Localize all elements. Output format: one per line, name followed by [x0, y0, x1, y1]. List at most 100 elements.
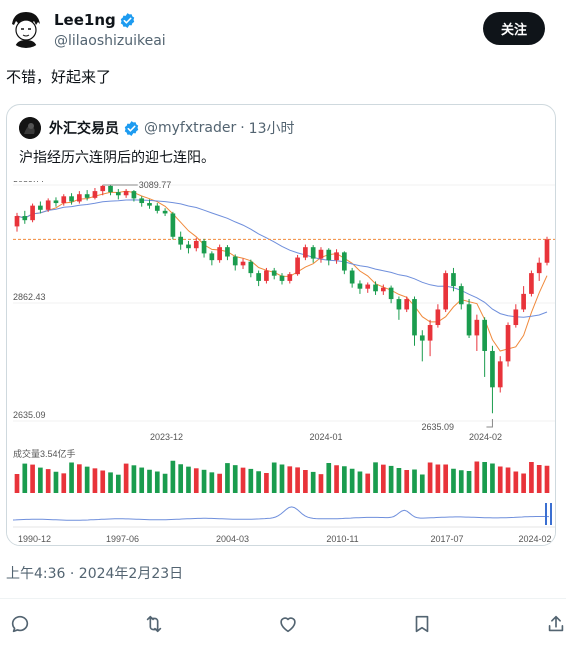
- quoted-tweet-time[interactable]: 13小时: [249, 118, 295, 138]
- candle-down: [209, 253, 215, 261]
- candle-up: [435, 309, 441, 326]
- author-avatar[interactable]: [6, 8, 46, 48]
- volume-bar: [380, 464, 386, 493]
- share-icon[interactable]: [543, 611, 566, 637]
- retweet-icon[interactable]: [141, 611, 167, 637]
- candle-down: [232, 256, 238, 266]
- candle-up: [295, 257, 300, 275]
- candle-up: [513, 309, 519, 326]
- follow-button[interactable]: 关注: [483, 12, 545, 45]
- candle-up: [497, 361, 503, 388]
- verified-badge-icon: [120, 12, 134, 28]
- candle-down: [154, 205, 160, 211]
- reply-icon[interactable]: [7, 611, 33, 637]
- volume-bar: [521, 473, 526, 493]
- volume-bar: [53, 471, 59, 493]
- candle-down: [201, 240, 207, 254]
- candle-up: [14, 216, 20, 227]
- overview-handle-left: [545, 503, 547, 525]
- candle-down: [396, 299, 402, 310]
- candle-down: [388, 287, 394, 300]
- volume-bar: [264, 473, 269, 493]
- quoted-author-name[interactable]: 外汇交易员: [49, 118, 119, 138]
- volume-bar: [178, 464, 184, 493]
- volume-bar: [170, 460, 176, 493]
- candle-down: [115, 192, 121, 196]
- volume-bar: [147, 469, 152, 493]
- volume-bar: [349, 468, 355, 493]
- candle-down: [186, 244, 191, 249]
- candle-down: [310, 247, 316, 259]
- candle-down: [22, 216, 28, 221]
- candle-up: [264, 270, 269, 281]
- volume-bar: [334, 465, 339, 493]
- candle-down: [458, 286, 464, 305]
- volume-bar: [100, 470, 106, 493]
- volume-bar: [373, 462, 378, 493]
- volume-bar: [365, 473, 371, 493]
- volume-bar: [544, 465, 550, 493]
- candle-up: [100, 185, 106, 192]
- volume-bar: [154, 471, 160, 493]
- candle-up: [30, 205, 35, 221]
- author-name-text[interactable]: Lee1ng: [54, 11, 116, 29]
- candle-down: [419, 335, 425, 341]
- candle-down: [108, 185, 113, 193]
- tweet-text: 不错，好起来了: [6, 68, 112, 86]
- volume-bar: [529, 462, 534, 493]
- candle-down: [412, 299, 417, 336]
- candle-up: [404, 299, 410, 310]
- x-tick-label: 2024-01: [309, 432, 342, 442]
- author-handle[interactable]: @lilaoshizuikeai: [54, 33, 166, 49]
- volume-bar: [513, 471, 519, 493]
- bookmark-icon[interactable]: [409, 611, 435, 637]
- volume-bar: [310, 471, 316, 493]
- candle-up: [505, 325, 511, 362]
- price-label: 2635.09: [13, 410, 46, 420]
- volume-label: 成交量3.54亿手: [13, 448, 76, 459]
- volume-bar: [326, 463, 332, 493]
- overview-tick-label: 1997-06: [106, 534, 139, 544]
- quoted-author-avatar[interactable]: [19, 117, 41, 139]
- candle-up: [474, 319, 480, 336]
- volume-bar: [505, 467, 511, 493]
- like-icon[interactable]: [275, 611, 301, 637]
- volume-bar: [357, 471, 363, 493]
- volume-bar: [248, 468, 254, 493]
- candlestick-chart: 3089.77 2862.43 2635.09 3089.77 2635.09 2023-…: [7, 181, 555, 545]
- candle-up: [193, 240, 199, 249]
- candle-up: [365, 284, 371, 289]
- x-tick-label: 2024-02: [469, 432, 502, 442]
- volume-bar: [474, 461, 480, 493]
- candle-down: [38, 205, 43, 210]
- candle-up: [303, 247, 308, 258]
- volume-bar: [92, 468, 98, 493]
- volume-bar: [256, 471, 261, 493]
- volume-bar: [217, 473, 222, 493]
- quoted-tweet[interactable]: 外汇交易员 @myfxtrader · 13小时 沪指经历六连阴后的迎七连阳。 …: [6, 104, 556, 546]
- volume-bar: [186, 466, 191, 493]
- candle-up: [92, 191, 98, 198]
- candle-down: [248, 261, 254, 274]
- candle-down: [225, 247, 230, 257]
- tweet-timestamp[interactable]: 上午4:36 · 2024年2月23日: [6, 563, 183, 583]
- volume-bar: [61, 473, 67, 493]
- volume-bar: [295, 467, 300, 493]
- volume-bar: [193, 468, 199, 493]
- volume-bar: [451, 468, 456, 493]
- author-name[interactable]: Lee1ng: [54, 11, 136, 29]
- volume-bar: [77, 464, 82, 493]
- quoted-author-handle[interactable]: @myfxtrader: [144, 120, 236, 136]
- candle-down: [147, 203, 152, 206]
- x-tick-label: 2023-12: [150, 432, 183, 442]
- candle-up: [123, 191, 129, 196]
- volume-bar: [69, 462, 74, 493]
- stock-chart-image[interactable]: 3089.77 2862.43 2635.09 3089.77 2635.09 2023-…: [7, 181, 555, 545]
- volume-bar: [388, 465, 394, 493]
- volume-bar: [303, 470, 308, 493]
- candle-down: [84, 194, 90, 198]
- price-label: 2862.43: [13, 292, 46, 302]
- candle-down: [357, 283, 363, 289]
- volume-bar: [318, 474, 324, 493]
- candle-up: [240, 261, 246, 266]
